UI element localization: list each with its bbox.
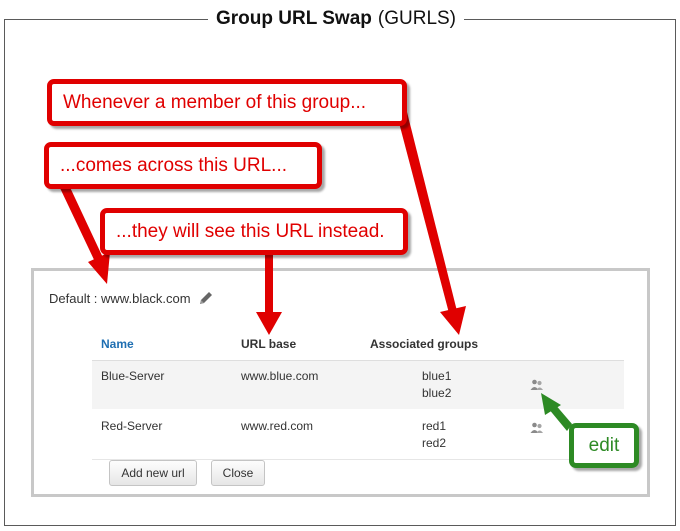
arrowhead-url-base bbox=[256, 312, 282, 335]
arrowhead-groups bbox=[440, 306, 466, 335]
callout-edit: edit bbox=[569, 423, 639, 468]
callout-source-url: ...comes across this URL... bbox=[44, 142, 322, 189]
callout-replacement-url: ...they will see this URL instead. bbox=[100, 208, 408, 255]
arrow-to-url-base bbox=[265, 250, 273, 315]
callout-group-member: Whenever a member of this group... bbox=[47, 79, 407, 126]
arrow-to-default-url bbox=[60, 183, 105, 266]
